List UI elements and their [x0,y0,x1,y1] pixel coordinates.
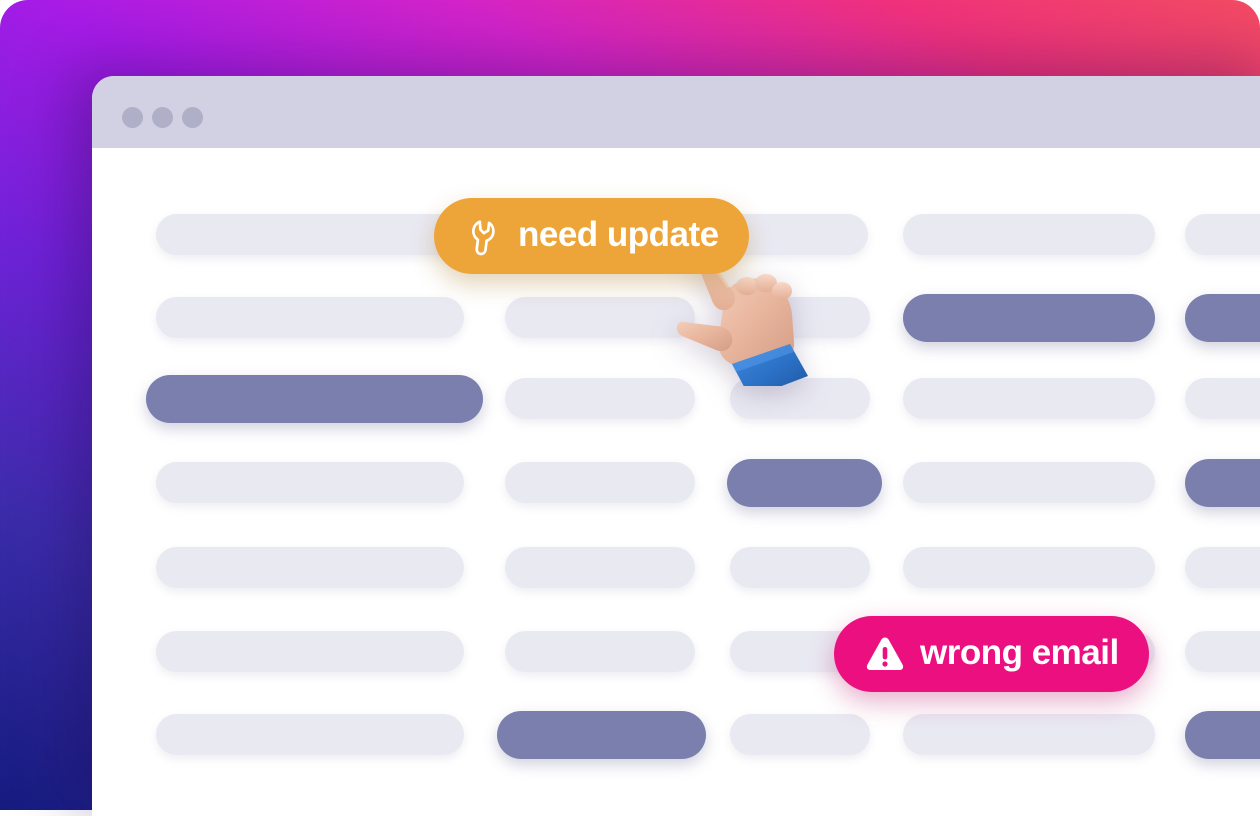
table-cell-placeholder[interactable] [903,214,1155,255]
minimize-dot[interactable] [152,107,173,128]
maximize-dot[interactable] [182,107,203,128]
table-cell-placeholder[interactable] [146,374,483,423]
table-cell-placeholder[interactable] [727,458,882,507]
table-cell-placeholder[interactable] [903,462,1155,503]
wrench-icon [472,220,495,256]
table-cell-placeholder[interactable] [505,462,695,503]
badge-wrong-email-label: wrong email [920,633,1119,672]
table-cell-placeholder[interactable] [156,297,464,338]
table-cell-placeholder[interactable] [505,378,695,419]
browser-window [92,76,1260,816]
table-cell-placeholder[interactable] [1185,458,1260,507]
table-cell-placeholder[interactable] [497,710,706,759]
table-cell-placeholder[interactable] [730,547,870,588]
table-cell-placeholder[interactable] [1185,293,1260,342]
table-cell-placeholder[interactable] [156,547,464,588]
table-cell-placeholder[interactable] [1185,710,1260,759]
table-cell-placeholder[interactable] [505,297,695,338]
table-cell-placeholder[interactable] [903,547,1155,588]
close-dot[interactable] [122,107,143,128]
table-cell-placeholder[interactable] [156,462,464,503]
table-cell-placeholder[interactable] [156,631,464,672]
table-cell-placeholder[interactable] [730,714,870,755]
table-cell-placeholder[interactable] [903,714,1155,755]
table-cell-placeholder[interactable] [505,547,695,588]
table-cell-placeholder[interactable] [1185,378,1260,419]
badge-wrong-email[interactable]: wrong email [834,616,1149,692]
badge-need-update-label: need update [518,215,719,254]
table-cell-placeholder[interactable] [903,293,1155,342]
table-cell-placeholder[interactable] [156,714,464,755]
table-cell-placeholder[interactable] [1185,214,1260,255]
table-cell-placeholder[interactable] [1185,547,1260,588]
table-cell-placeholder[interactable] [505,631,695,672]
table-cell-placeholder[interactable] [1185,631,1260,672]
badge-need-update[interactable]: need update [434,198,749,274]
warning-triangle-icon [866,637,904,670]
table-cell-placeholder[interactable] [903,378,1155,419]
window-titlebar [92,76,1260,148]
